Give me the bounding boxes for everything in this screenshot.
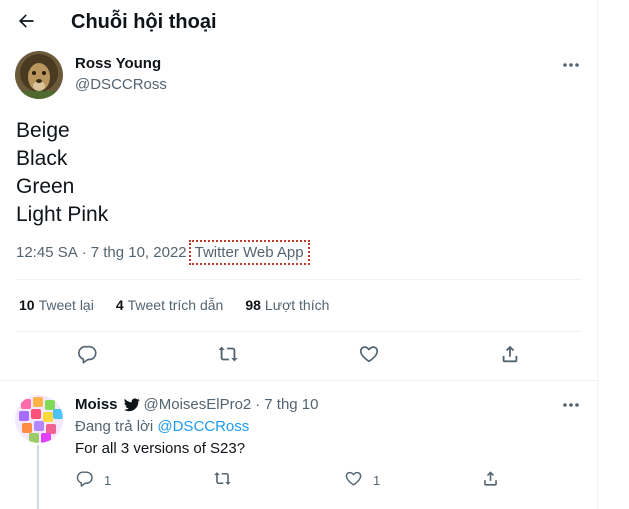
like-button[interactable] xyxy=(357,344,381,368)
author-name[interactable]: Ross Young xyxy=(75,55,161,72)
more-dots-icon xyxy=(562,55,580,73)
retweet-icon xyxy=(212,469,233,491)
replying-to-link[interactable]: @DSCCRoss xyxy=(157,418,249,435)
quotes-count: 4 xyxy=(115,297,124,313)
tweet-line: Green xyxy=(16,175,75,198)
retweets-label: Tweet lại xyxy=(38,297,94,313)
tweet-line: Beige xyxy=(16,119,70,142)
column-border xyxy=(597,0,598,509)
replying-to-prefix: Đang trả lời xyxy=(75,418,154,435)
tweet-stats: 10 Tweet lại 4 Tweet trích dẫn 98 Lượt thíc… xyxy=(19,297,329,313)
heart-icon xyxy=(358,343,380,370)
meta-separator: · xyxy=(255,396,261,413)
tweet-line: Light Pink xyxy=(16,203,109,226)
reply-header: Moiss @MoisesElPro2 · 7 thg 10 xyxy=(75,396,319,413)
reply-date[interactable]: 7 thg 10 xyxy=(264,396,318,413)
author-handle[interactable]: @DSCCRoss xyxy=(75,76,167,93)
conversation-column: Chuỗi hội thoại Ross Young @DSCCRoss Bei… xyxy=(0,0,597,509)
retweet-icon xyxy=(216,343,240,370)
reply-button[interactable] xyxy=(75,344,99,368)
reply-text: For all 3 versions of S23? xyxy=(75,440,246,457)
divider xyxy=(16,331,582,332)
heart-icon xyxy=(344,469,363,491)
meta-separator: · xyxy=(81,244,87,261)
reply-author-avatar[interactable] xyxy=(15,395,63,443)
share-icon xyxy=(499,343,521,370)
tweet-time[interactable]: 12:45 SA xyxy=(16,244,78,261)
reply-count: 1 xyxy=(104,472,112,488)
like-count: 1 xyxy=(373,472,381,488)
twitter-bird-icon xyxy=(123,398,140,412)
divider xyxy=(0,380,597,381)
reply-author-name[interactable]: Moiss xyxy=(75,396,118,413)
author-avatar[interactable] xyxy=(15,51,63,99)
reply-bubble-icon xyxy=(76,343,98,370)
share-icon xyxy=(481,469,500,491)
reply-share-button[interactable] xyxy=(481,469,500,491)
tweet-date[interactable]: 7 thg 10, 2022 xyxy=(91,244,187,261)
retweets-stat[interactable]: 10 Tweet lại xyxy=(19,297,94,313)
arrow-left-icon xyxy=(16,11,36,36)
thread-connector-line xyxy=(37,445,39,509)
reply-author-handle[interactable]: @MoisesElPro2 xyxy=(144,396,252,413)
tweet-metadata: 12:45 SA · 7 thg 10, 2022 Twitter Web Ap… xyxy=(16,240,310,265)
reply-retweet-button[interactable] xyxy=(212,469,233,491)
retweet-button[interactable] xyxy=(216,344,240,368)
reply-more-options-button[interactable] xyxy=(557,394,585,414)
tweet-line: Black xyxy=(16,147,68,170)
more-options-button[interactable] xyxy=(557,54,585,74)
share-button[interactable] xyxy=(498,344,522,368)
tweet-source-link[interactable]: Twitter Web App xyxy=(188,240,310,265)
divider xyxy=(16,279,582,280)
reply-bubble-icon xyxy=(75,469,94,491)
page-header: Chuỗi hội thoại xyxy=(0,0,597,46)
quotes-stat[interactable]: 4 Tweet trích dẫn xyxy=(116,297,224,313)
likes-label: Lượt thích xyxy=(264,297,330,313)
page-title: Chuỗi hội thoại xyxy=(71,11,217,33)
replying-to-line: Đang trả lời @DSCCRoss xyxy=(75,418,249,435)
back-button[interactable] xyxy=(10,7,42,39)
likes-stat[interactable]: 98 Lượt thích xyxy=(245,297,329,313)
quotes-label: Tweet trích dẫn xyxy=(127,297,224,313)
likes-count: 98 xyxy=(245,297,261,313)
reply-reply-button[interactable]: 1 xyxy=(75,469,111,491)
reply-like-button[interactable]: 1 xyxy=(344,469,380,491)
retweets-count: 10 xyxy=(19,297,35,313)
more-dots-icon xyxy=(562,395,580,413)
tweet-text: Beige Black Green Light Pink xyxy=(16,117,108,229)
